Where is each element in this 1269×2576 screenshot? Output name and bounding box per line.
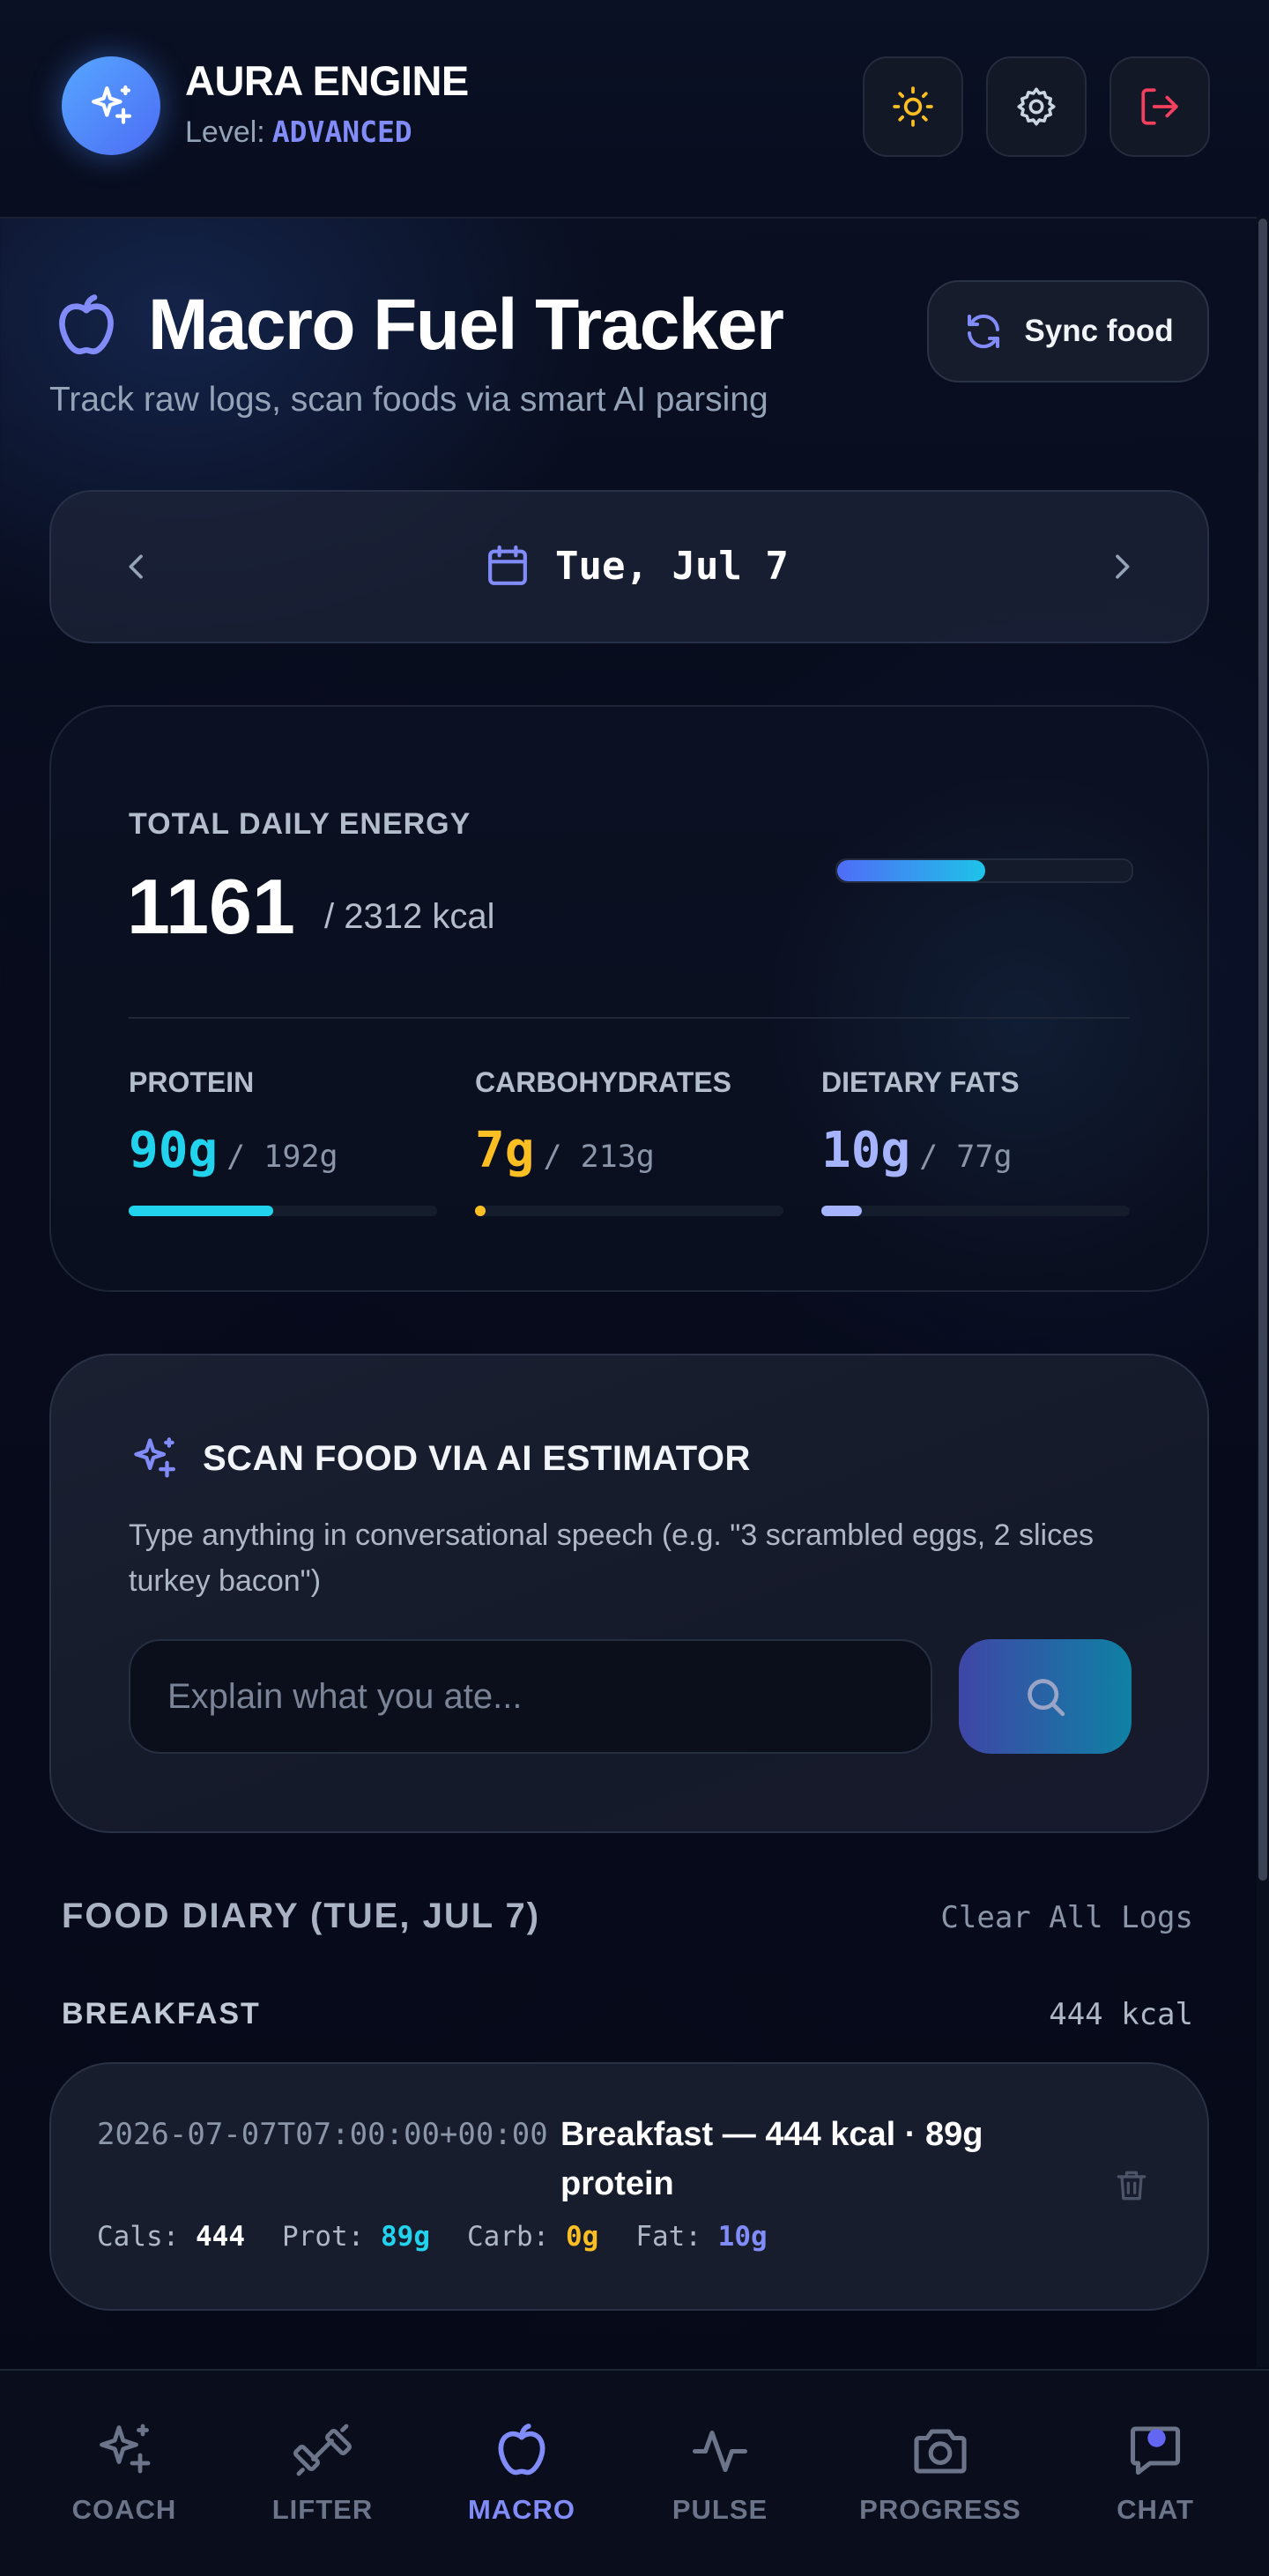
level-indicator: Level: ADVANCED (185, 115, 412, 150)
scrollbar-thumb[interactable] (1258, 219, 1267, 1881)
previous-day-button[interactable] (106, 536, 167, 598)
macro-goal: / 192g (226, 1140, 338, 1175)
date-navigator: Tue, Jul 7 (49, 490, 1209, 643)
macro-progress-fill (821, 1206, 862, 1216)
level-value: ADVANCED (271, 115, 412, 149)
macro-name: PROTEIN (129, 1066, 255, 1098)
macro-progress-fill (475, 1206, 486, 1216)
macro-progress-bar (475, 1206, 783, 1216)
macro-current: 10g (821, 1122, 911, 1179)
chat-icon (1130, 2426, 1181, 2476)
meal-section-title: BREAKFAST (62, 1997, 261, 2030)
delete-log-button[interactable] (1103, 2157, 1160, 2214)
macro-progress-bar (129, 1206, 437, 1216)
ai-scan-card: SCAN FOOD VIA AI ESTIMATOR Type anything… (49, 1354, 1209, 1833)
current-date-label: Tue, Jul 7 (555, 543, 789, 589)
food-log-entry[interactable]: 2026-07-07T07:00:00+00:00 Breakfast — 44… (49, 2062, 1209, 2311)
divider (129, 1017, 1130, 1019)
dumbbell-icon (293, 2424, 352, 2476)
log-protein: Prot: 89g (282, 2221, 430, 2253)
sync-food-label: Sync food (1024, 314, 1174, 348)
gear-icon (1017, 87, 1056, 126)
macro-current: 90g (129, 1122, 219, 1179)
macro-name: DIETARY FATS (821, 1066, 1020, 1098)
macro-name: CARBOHYDRATES (475, 1066, 731, 1098)
sparkle-icon (100, 2424, 151, 2474)
log-cals: Cals: 444 (97, 2221, 245, 2253)
nav-label: LIFTER (271, 2494, 374, 2525)
nav-item-macro[interactable]: MACRO (425, 2418, 619, 2526)
logout-icon (1141, 88, 1178, 125)
app-title: AURA ENGINE (185, 57, 469, 104)
macro-protein: PROTEIN 90g / 192g (129, 1066, 437, 1216)
page-title: Macro Fuel Tracker (148, 285, 784, 365)
nav-item-coach[interactable]: COACH (27, 2418, 221, 2526)
nav-label: MACRO (467, 2494, 576, 2525)
log-description: Breakfast — 444 kcal · 89g protein (560, 2116, 983, 2202)
nav-item-lifter[interactable]: LIFTER (226, 2418, 419, 2526)
scan-search-button[interactable] (959, 1639, 1132, 1754)
macro-fats: DIETARY FATS 10g / 77g (821, 1066, 1130, 1216)
pulse-icon (692, 2430, 748, 2473)
date-display[interactable]: Tue, Jul 7 (483, 541, 789, 590)
log-macro-stats: Cals: 444 Prot: 89g Carb: 0g Fat: 10g (97, 2221, 768, 2253)
page-subtitle: Track raw logs, scan foods via smart AI … (49, 381, 768, 419)
log-carbs: Carb: 0g (467, 2221, 599, 2253)
energy-progress-fill (837, 860, 985, 881)
log-fats: Fat: 10g (635, 2221, 768, 2253)
macro-progress-fill (129, 1206, 274, 1216)
sun-icon (893, 86, 933, 127)
search-icon (1028, 1679, 1065, 1717)
chevron-right-icon (1116, 554, 1130, 579)
apple-icon (59, 294, 114, 355)
apple-icon (498, 2424, 545, 2476)
sync-food-button[interactable]: Sync food (927, 280, 1209, 382)
sparkle-icon (134, 1437, 175, 1478)
food-diary-title: FOOD DIARY (TUE, JUL 7) (62, 1897, 541, 1935)
energy-value: 1161 (127, 863, 295, 950)
nav-label: COACH (71, 2494, 177, 2525)
macro-carbohydrates: CARBOHYDRATES 7g / 213g (475, 1066, 783, 1216)
meal-calories: 444 kcal (1049, 1997, 1193, 2032)
energy-progress-bar (835, 858, 1133, 883)
nav-label: CHAT (1117, 2494, 1194, 2525)
log-timestamp: 2026-07-07T07:00:00+00:00 (97, 2117, 548, 2152)
chevron-left-icon (129, 554, 143, 579)
nav-label: PULSE (672, 2494, 768, 2525)
nav-item-progress[interactable]: PROGRESS (843, 2418, 1037, 2526)
level-label: Level: (185, 115, 265, 149)
macro-progress-bar (821, 1206, 1130, 1216)
nav-label: PROGRESS (859, 2494, 1021, 2525)
page-heading: Macro Fuel Tracker (49, 284, 784, 367)
theme-toggle-button[interactable] (863, 56, 963, 157)
camera-icon (914, 2429, 967, 2474)
clear-all-logs-link[interactable]: Clear All Logs (940, 1900, 1193, 1935)
refresh-icon (968, 314, 1000, 349)
settings-button[interactable] (986, 56, 1087, 157)
nav-item-chat[interactable]: CHAT (1058, 2418, 1252, 2526)
bottom-navigation: COACH LIFTER MACRO PULSE PROGRESS CHAT (0, 2369, 1269, 2576)
scan-description: Type anything in conversational speech (… (129, 1518, 1095, 1598)
macro-current: 7g (475, 1122, 535, 1179)
macro-goal: / 213g (543, 1140, 655, 1175)
trash-icon (1117, 2171, 1147, 2201)
macro-goal: / 77g (919, 1140, 1013, 1175)
logo-sparkle-icon (62, 56, 160, 155)
energy-label: TOTAL DAILY ENERGY (129, 807, 471, 841)
app-header: AURA ENGINE Level: ADVANCED (0, 0, 1269, 219)
nav-item-pulse[interactable]: PULSE (623, 2418, 817, 2526)
energy-target: / 2312 kcal (324, 897, 495, 936)
daily-energy-card: TOTAL DAILY ENERGY 1161 / 2312 kcal PROT… (49, 705, 1209, 1292)
logout-button[interactable] (1109, 56, 1210, 157)
food-description-input[interactable] (129, 1639, 932, 1754)
next-day-button[interactable] (1091, 536, 1153, 598)
scan-title: SCAN FOOD VIA AI ESTIMATOR (203, 1438, 751, 1478)
calendar-icon (488, 545, 527, 585)
